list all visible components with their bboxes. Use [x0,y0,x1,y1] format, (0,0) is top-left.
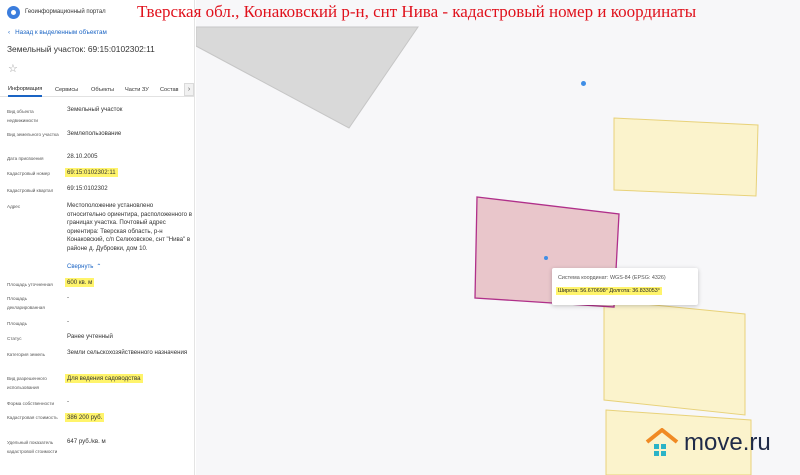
page-headline: Тверская обл., Конаковский р-н, снт Нива… [137,2,697,21]
neighbor-parcel-1[interactable] [613,117,759,197]
tab-objects[interactable]: Объекты [91,82,114,97]
field-value: Землепользование [67,130,122,137]
field-label: Площадь уточненная [7,282,53,287]
map-point-marker-icon[interactable] [581,81,586,86]
map-layer [196,26,759,475]
coordinates-values[interactable]: Широта: 56.670698° Долгота: 36.833053° [556,287,662,295]
field-label: Форма собственности [7,401,55,406]
field-label: Адрес [7,204,21,209]
cadastral-quarter-link[interactable]: 69:15:0102302 [67,185,194,194]
field-label: Категория земель [7,352,45,357]
tab-services[interactable]: Сервисы [55,82,78,97]
back-to-selection-link[interactable]: ‹ Назад к выделенным объектам [8,29,107,36]
permitted-use-value: Для ведения садоводства [65,374,143,383]
field-label: Кадастровый номер [7,171,50,176]
field-label: Кадастровая стоимость [7,415,58,420]
tab-information[interactable]: Информация [8,82,43,97]
field-value: - [67,398,70,405]
tab-parcel-parts[interactable]: Части ЗУ [125,82,149,97]
house-icon [645,428,679,456]
chevron-left-icon: ‹ [8,29,11,36]
collapse-address-link[interactable]: Свернуть ⌃ [67,263,102,271]
parcel-center-marker-icon[interactable] [544,256,548,260]
portal-logo-icon [7,5,20,19]
field-label: Вид разрешенного использования [7,376,47,390]
field-value: - [67,294,70,301]
field-label: Площадь [7,321,27,326]
chevron-up-icon: ⌃ [96,264,102,270]
back-link-label: Назад к выделенным объектам [15,29,107,36]
field-value: Ранее учтенный [67,333,113,340]
grey-parcel[interactable] [196,26,419,129]
page-title: Земельный участок: 69:15:0102302:11 [7,44,155,54]
tab-bar: Информация Сервисы Объекты Части ЗУ Сост… [0,82,194,97]
watermark-text: move.ru [684,429,771,456]
field-value: 647 руб./кв. м [67,438,106,445]
portal-title: Геоинформационный портал [25,9,106,15]
cadastral-value-amount: 386 200 руб. [65,413,105,422]
field-label: Дата присвоения [7,156,44,161]
field-label: Статус [7,336,22,341]
area-refined-value: 600 кв. м [65,278,95,287]
field-label: Вид земельного участка [7,132,59,137]
tabs-scroll-right-icon[interactable]: › [184,83,194,96]
collapse-label: Свернуть [67,263,94,270]
tab-composition[interactable]: Состав [160,82,179,97]
field-value: Местоположение установлено относительно … [67,202,192,252]
coordinate-system-text: Система координат: WGS-84 (EPSG: 4326) [558,275,666,281]
field-label: Площадь декларированная [7,296,45,310]
field-value: Земли сельскохозяйственного назначения [67,349,188,356]
field-value: - [67,318,70,325]
favorite-star-icon[interactable]: ☆ [8,62,18,75]
cadastral-number-value[interactable]: 69:15:0102302:11 [65,168,118,177]
object-info-panel: Геоинформационный портал ‹ Назад к выдел… [0,0,195,475]
field-label: Вид объекта недвижимости [7,109,38,123]
field-label: Кадастровый квартал [7,188,54,193]
field-value: 28.10.2005 [67,153,98,160]
field-value: Земельный участок [67,106,123,113]
neighbor-parcel-2[interactable] [603,299,746,416]
field-label: Удельный показатель кадастровой стоимост… [7,440,58,454]
coordinates-popup: Система координат: WGS-84 (EPSG: 4326) Ш… [552,268,698,305]
move-ru-watermark: move.ru [645,428,771,458]
map-canvas[interactable] [196,0,800,475]
